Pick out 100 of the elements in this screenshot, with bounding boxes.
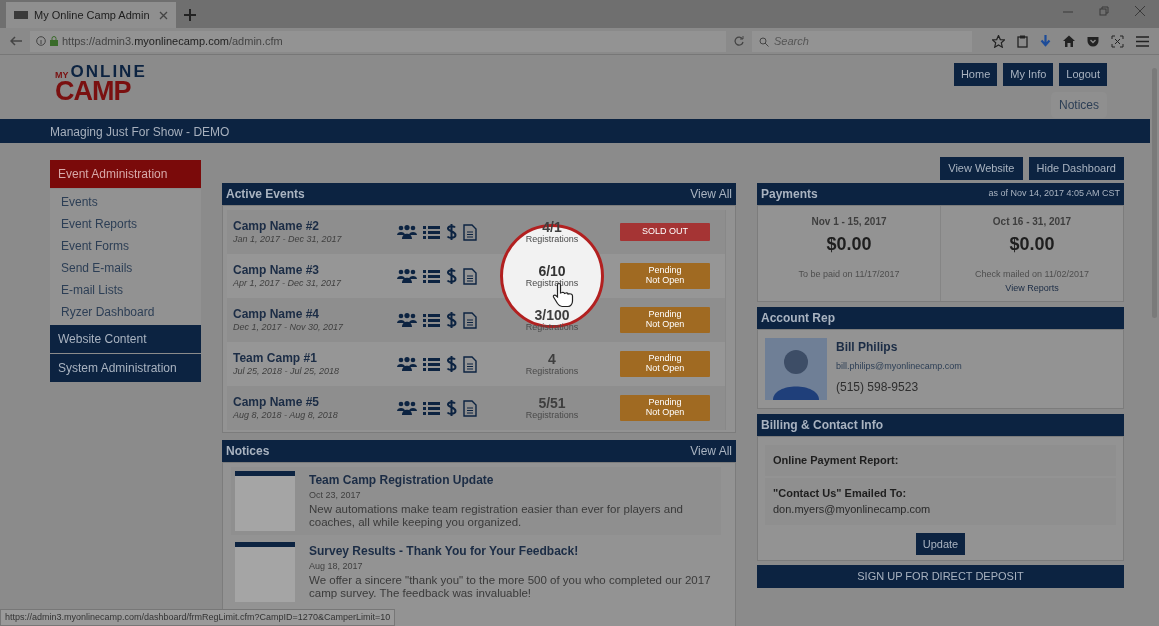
direct-deposit-button[interactable]: SIGN UP FOR DIRECT DEPOSIT bbox=[757, 565, 1124, 588]
dollar-icon[interactable] bbox=[446, 267, 457, 285]
rep-phone: (515) 598-9523 bbox=[836, 378, 920, 396]
registration-count[interactable]: 4 bbox=[506, 351, 598, 367]
close-icon[interactable] bbox=[159, 10, 168, 20]
view-reports-link[interactable]: View Reports bbox=[1005, 281, 1059, 295]
registration-label: Registrations bbox=[524, 278, 580, 289]
registration-count[interactable]: 6/10 bbox=[506, 263, 598, 279]
billing-value: don.myers@myonlinecamp.com bbox=[773, 502, 932, 517]
rep-name: Bill Philips bbox=[836, 339, 899, 356]
document-icon[interactable] bbox=[463, 355, 477, 373]
event-dates: Aug 8, 2018 - Aug 8, 2018 bbox=[233, 409, 339, 421]
list-icon[interactable] bbox=[423, 401, 440, 415]
document-icon[interactable] bbox=[463, 311, 477, 329]
registration-label: Registrations bbox=[524, 410, 580, 421]
registration-count[interactable]: 3/100 bbox=[506, 307, 598, 323]
event-name[interactable]: Team Camp #1 bbox=[233, 351, 393, 366]
event-name[interactable]: Camp Name #2 bbox=[233, 219, 393, 234]
event-dates: Apr 1, 2017 - Dec 31, 2017 bbox=[233, 277, 343, 289]
view-all-link[interactable]: View All bbox=[690, 442, 732, 460]
logo-text: CAMP bbox=[55, 78, 131, 105]
menu-icon[interactable] bbox=[1136, 35, 1149, 47]
notice-title[interactable]: Survey Results - Thank You for Your Feedback! bbox=[309, 542, 717, 560]
dollar-icon[interactable] bbox=[446, 399, 457, 417]
people-icon[interactable] bbox=[396, 268, 417, 284]
view-all-link[interactable]: View All bbox=[690, 185, 732, 203]
panel-title: Active Events bbox=[226, 186, 305, 203]
logo-text: ONLINE bbox=[70, 63, 147, 80]
status-badge: Pending Not Open bbox=[620, 307, 710, 333]
list-icon[interactable] bbox=[423, 225, 440, 239]
clipboard-icon[interactable] bbox=[1017, 34, 1028, 48]
update-button[interactable]: Update bbox=[915, 532, 966, 555]
browser-tab[interactable]: My Online Camp Admin bbox=[6, 2, 176, 28]
back-icon[interactable] bbox=[10, 36, 22, 46]
sidebar-section[interactable]: Website Content bbox=[50, 325, 201, 353]
payment-period: Oct 16 - 31, 2017 bbox=[991, 215, 1073, 229]
payment-period: Nov 1 - 15, 2017 bbox=[810, 215, 888, 229]
notice-title[interactable]: Team Camp Registration Update bbox=[309, 471, 717, 489]
lock-icon bbox=[50, 36, 58, 46]
payment-amount: $0.00 bbox=[825, 233, 873, 256]
registration-label: Registrations bbox=[524, 234, 580, 245]
notice-date: Oct 23, 2017 bbox=[309, 489, 362, 502]
document-icon[interactable] bbox=[463, 223, 477, 241]
logo-text: MY bbox=[55, 71, 69, 80]
notice-text: New automations make team registration easier than ever for players and coaches, all while keeping you organized. bbox=[309, 502, 684, 531]
panel-title: Billing & Contact Info bbox=[761, 417, 883, 434]
notice-text: We offer a sincere "thank you" to the more 500 of you who completed our 2017 camp survey. The feedback was invaluable! bbox=[309, 573, 712, 602]
search-field[interactable]: Search bbox=[752, 30, 972, 52]
star-icon[interactable] bbox=[992, 34, 1005, 48]
as-of-text: as of Nov 14, 2017 4:05 AM CST bbox=[988, 187, 1120, 201]
screenshot-icon[interactable] bbox=[1111, 34, 1124, 48]
status-badge: Pending Not Open bbox=[620, 263, 710, 289]
dollar-icon[interactable] bbox=[446, 355, 457, 373]
home-icon[interactable] bbox=[1063, 35, 1075, 47]
list-icon[interactable] bbox=[423, 269, 440, 283]
dollar-icon[interactable] bbox=[446, 223, 457, 241]
nav-button[interactable]: Logout bbox=[1059, 63, 1107, 86]
notices-button[interactable]: Notices bbox=[1051, 91, 1107, 118]
billing-label: "Contact Us" Emailed To: bbox=[773, 485, 908, 501]
document-icon[interactable] bbox=[463, 267, 477, 285]
event-name[interactable]: Camp Name #4 bbox=[233, 307, 393, 322]
person-silhouette-icon bbox=[765, 338, 827, 400]
list-icon[interactable] bbox=[423, 313, 440, 327]
address-field[interactable]: https://admin3.myonlinecamp.com/admin.cfm bbox=[30, 30, 726, 52]
sidebar-section[interactable]: System Administration bbox=[50, 354, 201, 382]
rep-email[interactable]: bill.philips@myonlinecamp.com bbox=[836, 360, 962, 374]
sidebar-item[interactable]: Send E-mails bbox=[50, 257, 201, 279]
dashboard-button[interactable]: Hide Dashboard bbox=[1028, 157, 1124, 180]
event-name[interactable]: Camp Name #3 bbox=[233, 263, 393, 278]
sidebar-item[interactable]: Event Reports bbox=[50, 213, 201, 235]
sidebar-item[interactable]: Event Forms bbox=[50, 235, 201, 257]
thumbnail-image bbox=[235, 542, 295, 602]
people-icon[interactable] bbox=[396, 224, 417, 240]
url-text: https://admin3.myonlinecamp.com/admin.cfm bbox=[62, 33, 283, 49]
event-dates: Dec 1, 2017 - Nov 30, 2017 bbox=[233, 321, 345, 333]
payment-note: To be paid on 11/17/2017 bbox=[797, 268, 901, 281]
sidebar-section[interactable]: Event Administration bbox=[50, 160, 201, 188]
sidebar-item[interactable]: Events bbox=[50, 191, 201, 213]
document-icon[interactable] bbox=[463, 399, 477, 417]
registration-count[interactable]: 5/51 bbox=[506, 395, 598, 411]
event-dates: Jul 25, 2018 - Jul 25, 2018 bbox=[233, 365, 341, 377]
payment-amount: $0.00 bbox=[1008, 233, 1056, 256]
sidebar-item[interactable]: Ryzer Dashboard bbox=[50, 301, 201, 323]
panel-title: Account Rep bbox=[761, 310, 835, 327]
nav-button[interactable]: My Info bbox=[1003, 63, 1054, 86]
billing-label: Online Payment Report: bbox=[773, 453, 900, 468]
pocket-icon[interactable] bbox=[1087, 35, 1099, 47]
info-icon bbox=[36, 36, 46, 46]
reload-icon[interactable] bbox=[734, 36, 744, 46]
event-name[interactable]: Camp Name #5 bbox=[233, 395, 393, 410]
people-icon[interactable] bbox=[396, 356, 417, 372]
panel-title: Payments bbox=[761, 186, 818, 203]
people-icon[interactable] bbox=[396, 400, 417, 416]
dollar-icon[interactable] bbox=[446, 311, 457, 329]
nav-button[interactable]: Home bbox=[953, 63, 998, 86]
dashboard-button[interactable]: View Website bbox=[940, 157, 1023, 180]
list-icon[interactable] bbox=[423, 357, 440, 371]
people-icon[interactable] bbox=[396, 312, 417, 328]
sidebar-item[interactable]: E-mail Lists bbox=[50, 279, 201, 301]
new-tab-icon[interactable] bbox=[184, 9, 196, 21]
